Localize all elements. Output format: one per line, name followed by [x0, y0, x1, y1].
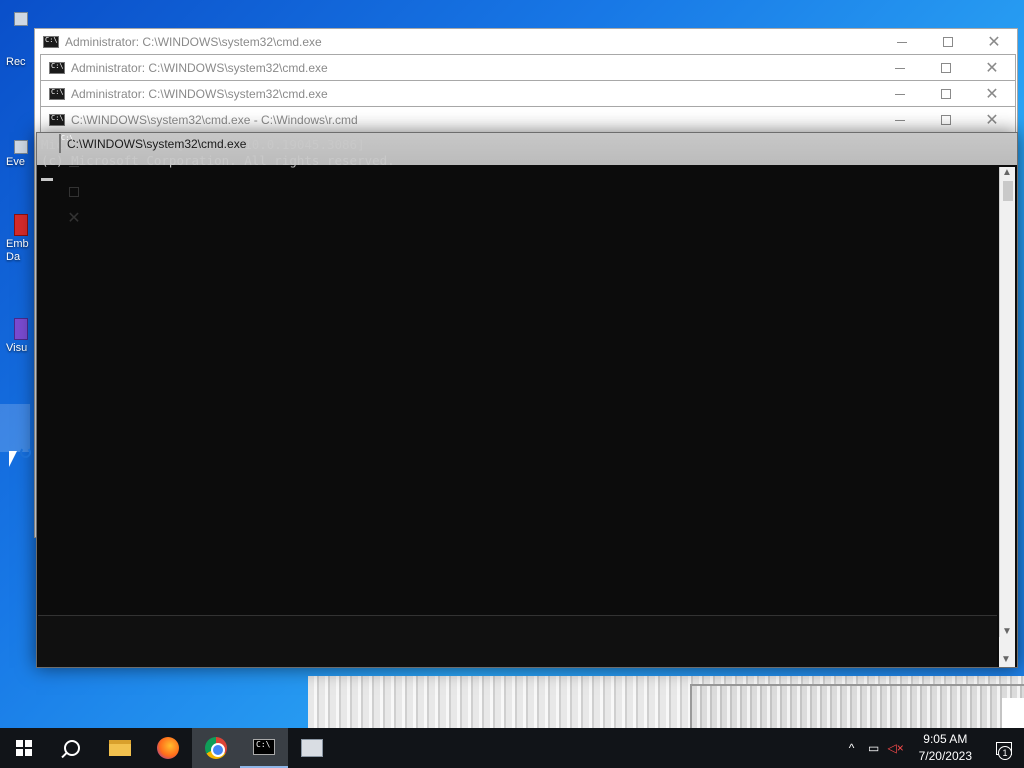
- minimize-icon: [895, 93, 905, 95]
- minimize-icon: [897, 41, 907, 43]
- close-icon: ✕: [985, 110, 999, 129]
- close-icon: ✕: [985, 84, 999, 103]
- cmd-icon: C:\: [253, 739, 275, 755]
- window-title: C:\WINDOWS\system32\cmd.exe - C:\Windows…: [71, 113, 358, 127]
- app-icon: [14, 214, 28, 236]
- cmd-taskbar-button[interactable]: C:\: [240, 728, 288, 768]
- search-icon: [64, 740, 80, 756]
- image-viewer-button[interactable]: [288, 728, 336, 768]
- scroll-thumb[interactable]: [1003, 181, 1013, 201]
- window-title: C:\WINDOWS\system32\cmd.exe: [67, 137, 247, 151]
- desktop-icon-embedded[interactable]: Emb Da: [0, 214, 36, 264]
- desktop-selection: [0, 404, 30, 452]
- console-lower-pane: [38, 615, 997, 667]
- minimize-icon: [69, 165, 79, 167]
- title-bar[interactable]: C:\WINDOWS\system32\cmd.exe ✕: [51, 134, 1017, 226]
- event-viewer-icon: [14, 140, 28, 154]
- title-bar[interactable]: Administrator: C:\WINDOWS\system32\cmd.e…: [35, 29, 1017, 55]
- minimize-icon: [895, 67, 905, 69]
- close-icon: ✕: [985, 58, 999, 77]
- chevron-up-icon[interactable]: ^: [841, 741, 863, 755]
- desktop-icon-label: Emb Da: [6, 238, 29, 263]
- close-button[interactable]: ✕: [969, 55, 1015, 81]
- maximize-icon: [941, 89, 951, 99]
- chrome-icon: [205, 737, 227, 759]
- desktop-icon-label: Eve: [6, 156, 25, 168]
- clock[interactable]: 9:05 AM 7/20/2023: [907, 731, 984, 765]
- desktop-icon-visual[interactable]: Visu: [0, 318, 36, 355]
- close-icon: ✕: [987, 32, 1001, 51]
- title-bar[interactable]: Administrator: C:\WINDOWS\system32\cmd.e…: [41, 55, 1015, 81]
- background-pattern-inner: [690, 684, 1024, 728]
- desktop-icon-label: Rec: [6, 56, 26, 68]
- minimize-button[interactable]: [877, 81, 923, 107]
- desktop-icon-recycle-bin[interactable]: Rec: [0, 12, 36, 69]
- maximize-icon: [69, 187, 79, 197]
- text-cursor: [41, 178, 53, 181]
- minimize-icon: [895, 119, 905, 121]
- folder-icon: [109, 740, 131, 756]
- maximize-button[interactable]: [925, 29, 971, 55]
- file-explorer-button[interactable]: [96, 728, 144, 768]
- clock-date: 7/20/2023: [918, 749, 972, 763]
- minimize-button[interactable]: [877, 55, 923, 81]
- busy-spinner-icon: [20, 447, 31, 458]
- firefox-button[interactable]: [144, 728, 192, 768]
- notification-count: 1: [998, 746, 1012, 760]
- close-icon: ✕: [67, 208, 81, 227]
- title-bar[interactable]: C:\WINDOWS\system32\cmd.exe - C:\Windows…: [41, 107, 1015, 133]
- scroll-up-icon[interactable]: ▲: [1002, 167, 1012, 178]
- cmd-icon: [49, 114, 65, 126]
- minimize-button[interactable]: [51, 153, 97, 179]
- search-button[interactable]: [48, 728, 96, 768]
- title-bar[interactable]: Administrator: C:\WINDOWS\system32\cmd.e…: [41, 81, 1015, 107]
- window-title: Administrator: C:\WINDOWS\system32\cmd.e…: [65, 35, 322, 49]
- image-viewer-icon: [301, 739, 323, 757]
- recycle-bin-icon: [14, 12, 28, 26]
- network-icon[interactable]: ▭: [863, 741, 885, 755]
- close-button[interactable]: ✕: [971, 29, 1017, 55]
- windows-logo-icon: [16, 740, 32, 756]
- scroll-down-icon[interactable]: ▼: [1001, 654, 1011, 665]
- maximize-button[interactable]: [923, 55, 969, 81]
- minimize-button[interactable]: [877, 107, 923, 133]
- cmd-window-main[interactable]: Microsoft Windows [Version 10.0.19045.30…: [36, 132, 1018, 668]
- cmd-icon: [49, 88, 65, 100]
- chrome-button[interactable]: [192, 728, 240, 768]
- close-button[interactable]: ✕: [51, 205, 97, 231]
- volume-muted-icon[interactable]: ◁×: [885, 741, 907, 755]
- background-block: [1002, 698, 1024, 728]
- maximize-icon: [941, 63, 951, 73]
- window-title: Administrator: C:\WINDOWS\system32\cmd.e…: [71, 61, 328, 75]
- cmd-icon: [59, 134, 61, 153]
- maximize-button[interactable]: [923, 81, 969, 107]
- mouse-pointer-icon: [9, 451, 17, 467]
- maximize-button[interactable]: [923, 107, 969, 133]
- minimize-button[interactable]: [879, 29, 925, 55]
- taskbar: C:\ ^ ▭ ◁× 9:05 AM 7/20/2023 1: [0, 728, 1024, 768]
- window-title: Administrator: C:\WINDOWS\system32\cmd.e…: [71, 87, 328, 101]
- desktop-icon-event[interactable]: Eve: [0, 140, 36, 169]
- visual-studio-icon: [14, 318, 28, 340]
- close-button[interactable]: ✕: [969, 107, 1015, 133]
- notification-center-button[interactable]: 1: [984, 728, 1024, 768]
- maximize-icon: [941, 115, 951, 125]
- close-button[interactable]: ✕: [969, 81, 1015, 107]
- maximize-icon: [943, 37, 953, 47]
- system-tray: ^ ▭ ◁× 9:05 AM 7/20/2023 1: [841, 728, 1024, 768]
- firefox-icon: [157, 737, 179, 759]
- clock-time: 9:05 AM: [923, 732, 968, 746]
- cmd-icon: [49, 62, 65, 74]
- cmd-icon: [43, 36, 59, 48]
- start-button[interactable]: [0, 728, 48, 768]
- scroll-down-icon[interactable]: ▼: [1002, 626, 1012, 637]
- desktop-icon-label: Visu: [6, 342, 28, 354]
- vertical-scrollbar[interactable]: ▲ ▼: [999, 167, 1015, 637]
- maximize-button[interactable]: [51, 179, 97, 205]
- vertical-scrollbar-lower[interactable]: ▼: [999, 637, 1015, 667]
